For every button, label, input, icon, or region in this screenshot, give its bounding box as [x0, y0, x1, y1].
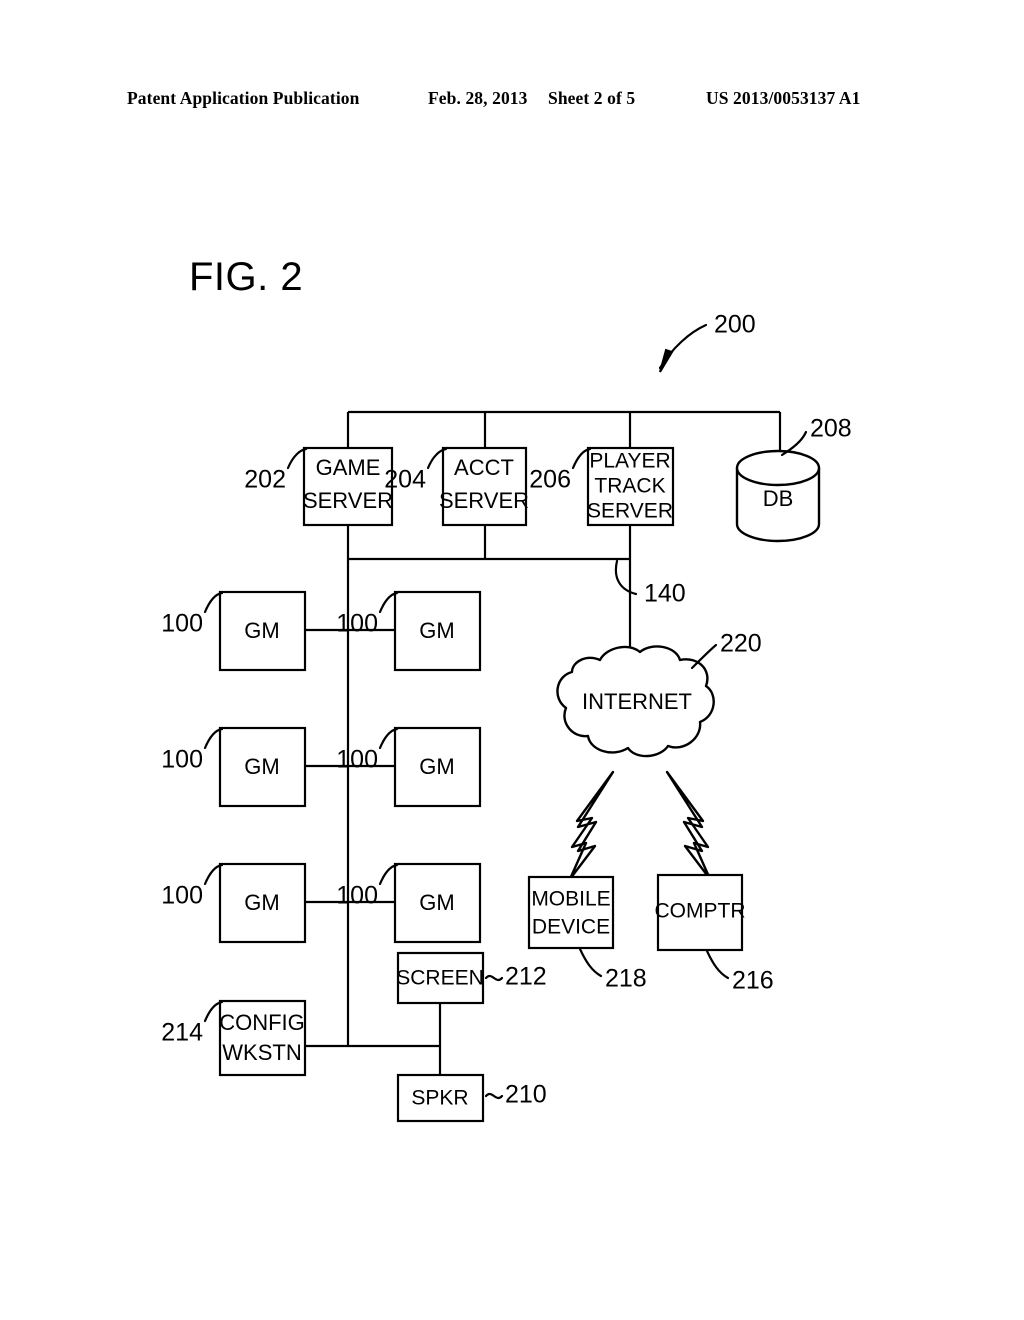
system-ref-label: 200: [714, 311, 756, 339]
gaming-machine-6-ref-label: 100: [336, 882, 378, 910]
player-track-ref-label: 206: [529, 466, 571, 494]
mobile-device-ref-label: 218: [605, 965, 647, 993]
screen-leader: [484, 974, 504, 982]
config-wkstn-wires: [305, 1003, 442, 1075]
computer-leader: [705, 949, 730, 980]
screen-label: SCREEN: [396, 967, 484, 990]
gaming-machine-1[interactable]: GM: [218, 590, 307, 672]
top-bus-wires: [346, 410, 782, 455]
gaming-machine-4[interactable]: GM: [393, 726, 482, 808]
gaming-machine-2-label: GM: [419, 618, 454, 643]
database-ref-label: 208: [810, 415, 852, 443]
internet-leader: [690, 643, 718, 670]
wireless-bolt-right-icon: [665, 770, 712, 881]
acct-server-label-line2: SERVER: [439, 488, 529, 513]
speaker-ref-label: 210: [505, 1081, 547, 1109]
acct-server-label-line1: ACCT: [454, 455, 514, 480]
gaming-machine-4-label: GM: [419, 754, 454, 779]
gaming-machine-3-label: GM: [244, 754, 279, 779]
player-track-label-line2: TRACK: [594, 475, 665, 498]
player-track-label-line3: SERVER: [587, 500, 673, 523]
gaming-machine-2[interactable]: GM: [393, 590, 482, 672]
network-bus-ref-label: 140: [644, 580, 686, 608]
gaming-machine-6-label: GM: [419, 890, 454, 915]
game-server-label-line2: SERVER: [303, 488, 393, 513]
system-ref-arrow: [658, 323, 708, 373]
game-server-label-line1: GAME: [316, 455, 381, 480]
config-wkstn-label-line2: WKSTN: [222, 1040, 301, 1065]
node-config-workstation[interactable]: CONFIG WKSTN: [218, 999, 307, 1077]
mobile-device-label-line2: DEVICE: [532, 916, 610, 939]
gaming-machine-4-ref-label: 100: [336, 746, 378, 774]
gaming-machine-5[interactable]: GM: [218, 862, 307, 944]
internet-label: INTERNET: [582, 689, 692, 714]
game-server-ref-label: 202: [244, 466, 286, 494]
node-internet-cloud[interactable]: INTERNET: [556, 645, 715, 758]
internet-ref-label: 220: [720, 630, 762, 658]
config-wkstn-ref-label: 214: [161, 1019, 203, 1047]
mobile-device-label-line1: MOBILE: [531, 888, 610, 911]
speaker-leader: [484, 1092, 504, 1100]
node-game-server[interactable]: GAME SERVER: [302, 446, 394, 527]
node-screen[interactable]: SCREEN: [396, 951, 485, 1005]
database-label: DB: [763, 486, 794, 511]
system-architecture-diagram: 200 140 GAME SERVER 202 ACCT SERVER 204 …: [161, 311, 852, 1123]
gaming-machine-5-label: GM: [244, 890, 279, 915]
gaming-machine-3[interactable]: GM: [218, 726, 307, 808]
gaming-machine-5-ref-label: 100: [161, 882, 203, 910]
gaming-machine-6[interactable]: GM: [393, 862, 482, 944]
patent-figure-page: Patent Application Publication Feb. 28, …: [0, 0, 1024, 1320]
gaming-machine-1-ref-label: 100: [161, 610, 203, 638]
mobile-device-leader: [578, 947, 603, 978]
node-acct-server[interactable]: ACCT SERVER: [439, 446, 529, 527]
node-database[interactable]: DB: [735, 449, 821, 543]
screen-ref-label: 212: [505, 963, 547, 991]
node-computer[interactable]: COMPTR: [655, 873, 746, 952]
gaming-machine-1-label: GM: [244, 618, 279, 643]
speaker-label: SPKR: [411, 1087, 468, 1110]
computer-ref-label: 216: [732, 967, 774, 995]
acct-server-ref-label: 204: [384, 466, 426, 494]
computer-label: COMPTR: [655, 900, 746, 923]
player-track-label-line1: PLAYER: [589, 450, 670, 473]
config-wkstn-label-line1: CONFIG: [219, 1010, 305, 1035]
gaming-machine-2-ref-label: 100: [336, 610, 378, 638]
node-speaker[interactable]: SPKR: [396, 1073, 485, 1123]
gaming-machine-3-ref-label: 100: [161, 746, 203, 774]
wireless-bolt-left-icon: [568, 770, 615, 881]
node-mobile-device[interactable]: MOBILE DEVICE: [527, 875, 615, 950]
node-player-track-server[interactable]: PLAYER TRACK SERVER: [586, 446, 675, 527]
